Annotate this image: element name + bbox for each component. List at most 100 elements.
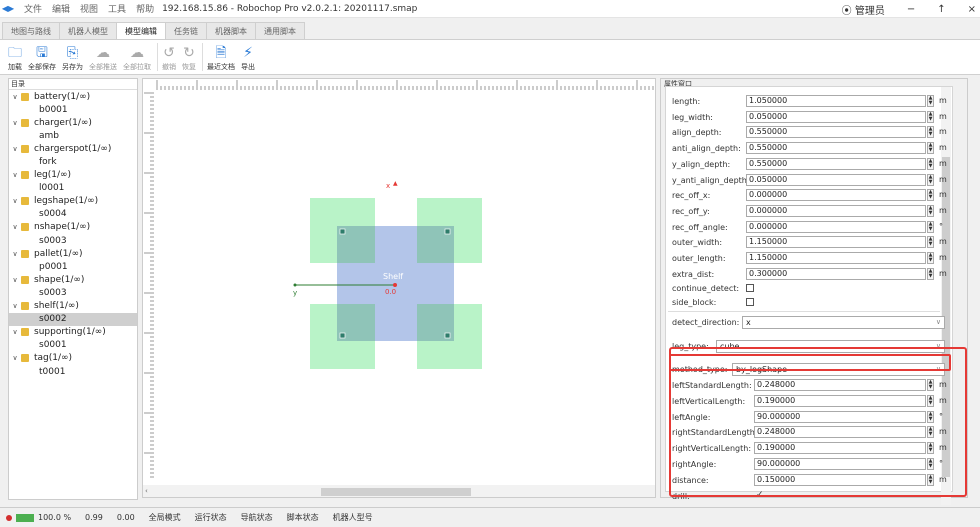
property-value-input[interactable]: 0.050000 [746, 173, 926, 186]
property-label: y_anti_align_depth: [672, 175, 750, 185]
spin-buttons[interactable]: ▲ ▼ [927, 236, 934, 249]
redo-button[interactable]: ↻ 恢复 [182, 44, 196, 74]
status-item: 0.00 [116, 513, 135, 522]
corner-handle[interactable] [339, 332, 346, 339]
tab-general-script[interactable]: 通用脚本 [255, 22, 305, 39]
tree-group[interactable]: ∨ legshape(1/∞) [9, 195, 137, 208]
save-all-button[interactable]: 🖫 全部保存 [28, 44, 56, 74]
minimize-button[interactable]: − [907, 4, 915, 15]
chevron-down-icon[interactable]: ∨ [9, 276, 21, 284]
tree-group[interactable]: ∨ battery(1/∞) [9, 90, 137, 103]
tree-item[interactable]: l0001 [9, 182, 137, 195]
spin-buttons[interactable]: ▲ ▼ [927, 157, 934, 170]
undo-button[interactable]: ↺ 撤销 [162, 44, 176, 74]
chevron-down-icon[interactable]: ∨ [9, 197, 21, 205]
tree-item[interactable]: s0003 [9, 286, 137, 299]
model-canvas[interactable]: y x ▲ Shelf 0.0 ▲ ▼ ‹ › [142, 78, 656, 498]
folder-icon [21, 171, 29, 180]
tree-item[interactable]: amb [9, 129, 137, 142]
corner-handle[interactable] [339, 228, 346, 235]
chevron-down-icon[interactable]: ∨ [9, 223, 21, 231]
chevron-down-icon[interactable]: ∨ [9, 93, 21, 101]
menu-help[interactable]: 帮助 [136, 2, 154, 15]
origin-point[interactable] [393, 283, 397, 287]
spin-buttons[interactable]: ▲ ▼ [927, 220, 934, 233]
chevron-down-icon[interactable]: ∨ [9, 119, 21, 127]
property-value-input[interactable]: 0.300000 [746, 267, 926, 280]
tab-robot-script[interactable]: 机器脚本 [206, 22, 256, 39]
property-checkbox[interactable] [746, 284, 754, 292]
tree-group[interactable]: ∨ supporting(1/∞) [9, 326, 137, 339]
property-label: rec_off_x: [672, 191, 711, 201]
spin-buttons[interactable]: ▲ ▼ [927, 126, 934, 139]
tree-group[interactable]: ∨ shape(1/∞) [9, 273, 137, 286]
tab-task-chain[interactable]: 任务链 [165, 22, 207, 39]
tree-item[interactable]: s0002 [9, 312, 137, 326]
tab-robot-model[interactable]: 机器人模型 [59, 22, 117, 39]
chevron-down-icon[interactable]: ∨ [9, 302, 21, 310]
tree-item[interactable]: s0004 [9, 208, 137, 221]
spin-buttons[interactable]: ▲ ▼ [927, 142, 934, 155]
tree-item[interactable]: t0001 [9, 365, 137, 378]
property-label: leg_width: [672, 112, 713, 122]
property-value-input[interactable]: 0.000000 [746, 204, 926, 217]
property-value-input[interactable]: 0.050000 [746, 110, 926, 123]
property-value-input[interactable]: 0.550000 [746, 142, 926, 155]
tree-item[interactable]: fork [9, 155, 137, 168]
property-value-input[interactable]: 0.000000 [746, 189, 926, 202]
chevron-down-icon[interactable]: ∨ [9, 171, 21, 179]
tree-group[interactable]: ∨ tag(1/∞) [9, 352, 137, 365]
chevron-down-icon[interactable]: ∨ [9, 145, 21, 153]
chevron-down-icon[interactable]: ∨ [9, 250, 21, 258]
spin-buttons[interactable]: ▲ ▼ [927, 252, 934, 264]
menu-view[interactable]: 视图 [80, 2, 98, 15]
property-value-input[interactable]: 0.000000 [746, 220, 926, 233]
property-value-input[interactable]: 1.050000 [746, 95, 926, 107]
property-value-input[interactable]: 1.150000 [746, 236, 926, 249]
property-value-input[interactable]: 0.550000 [746, 126, 926, 139]
maximize-button[interactable]: ↑ [937, 4, 945, 15]
tree-group[interactable]: ∨ shelf(1/∞) [9, 300, 137, 313]
chevron-down-icon[interactable]: ∨ [9, 328, 21, 336]
spin-buttons[interactable]: ▲ ▼ [927, 110, 934, 123]
spin-buttons[interactable]: ▲ ▼ [927, 189, 934, 202]
spin-buttons[interactable]: ▲ ▼ [927, 204, 934, 217]
chevron-down-icon[interactable]: ∨ [9, 354, 21, 362]
property-label: outer_length: [672, 254, 726, 263]
user-indicator[interactable]: ⦿ 管理员 [842, 2, 885, 17]
recent-docs-button[interactable]: 🗎 最近文档 [207, 44, 235, 74]
property-value-input[interactable]: 0.550000 [746, 157, 926, 170]
spin-buttons[interactable]: ▲ ▼ [927, 95, 934, 107]
menu-edit[interactable]: 编辑 [52, 2, 70, 15]
tree-group[interactable]: ∨ charger(1/∞) [9, 116, 137, 129]
tree-group[interactable]: ∨ chargerspot(1/∞) [9, 142, 137, 155]
tree-group[interactable]: ∨ nshape(1/∞) [9, 221, 137, 234]
spin-buttons[interactable]: ▲ ▼ [927, 267, 934, 280]
close-button[interactable]: × [968, 4, 976, 15]
pull-all-button[interactable]: ☁ 全部拉取 [123, 44, 151, 74]
tree-item[interactable]: b0001 [9, 103, 137, 116]
tree-group[interactable]: ∨ pallet(1/∞) [9, 247, 137, 260]
load-button[interactable]: 🗀 加载 [8, 44, 22, 74]
scroll-left-arrow[interactable]: ‹ [145, 487, 148, 495]
property-value-input[interactable]: 1.150000 [746, 252, 926, 264]
save-as-button[interactable]: ⎘ 另存为 [62, 44, 83, 74]
menu-file[interactable]: 文件 [24, 2, 42, 15]
horizontal-scroll-thumb[interactable] [321, 488, 471, 496]
export-button[interactable]: ⚡ 导出 [241, 44, 255, 74]
folder-icon: 🗀 [8, 45, 22, 61]
property-checkbox[interactable] [746, 298, 754, 306]
spin-buttons[interactable]: ▲ ▼ [927, 173, 934, 186]
canvas-horizontal-scrollbar[interactable]: ‹ › [143, 485, 655, 497]
push-all-button[interactable]: ☁ 全部推送 [89, 44, 117, 74]
tree-item[interactable]: p0001 [9, 260, 137, 273]
corner-handle[interactable] [444, 228, 451, 235]
tab-map[interactable]: 地图与路线 [2, 22, 60, 39]
menu-tools[interactable]: 工具 [108, 2, 126, 15]
tree-item[interactable]: s0003 [9, 234, 137, 247]
corner-handle[interactable] [444, 332, 451, 339]
detect-direction-select[interactable]: x ∨ [742, 316, 945, 329]
tab-model-edit[interactable]: 模型编辑 [116, 22, 166, 40]
tree-item[interactable]: s0001 [9, 339, 137, 352]
tree-group[interactable]: ∨ leg(1/∞) [9, 169, 137, 182]
